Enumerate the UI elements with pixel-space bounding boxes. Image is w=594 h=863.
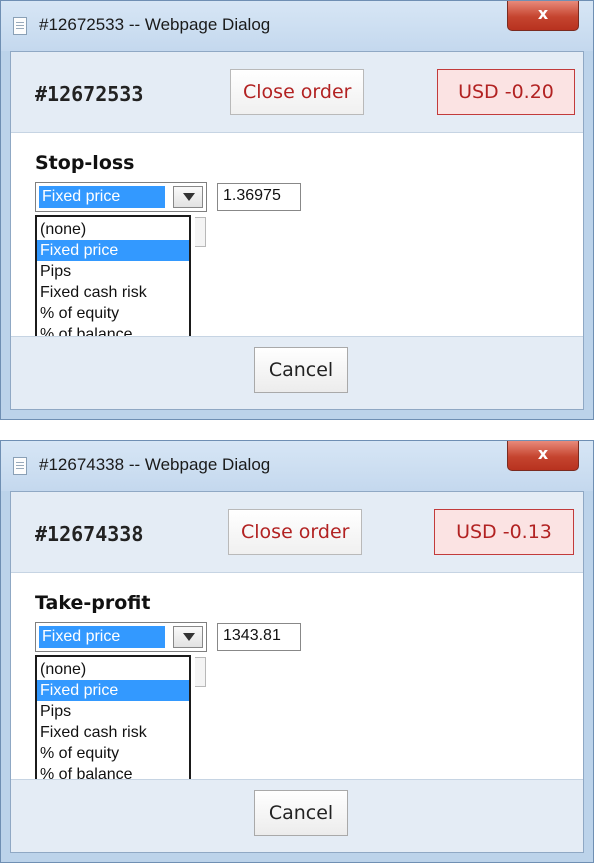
dialog-footer: Cancel <box>11 779 583 852</box>
select-value: Fixed price <box>39 626 165 648</box>
order-id: #12674338 <box>35 522 144 546</box>
cancel-button[interactable]: Cancel <box>254 790 348 836</box>
page-icon <box>13 17 27 35</box>
window-title: #12674338 -- Webpage Dialog <box>39 455 271 474</box>
window-close-button[interactable]: x <box>507 441 579 471</box>
chevron-down-icon[interactable] <box>173 626 203 648</box>
order-id: #12672533 <box>35 82 144 106</box>
window-title: #12672533 -- Webpage Dialog <box>39 15 271 34</box>
dropdown-scrollbar[interactable] <box>195 217 206 247</box>
take-profit-price-input[interactable]: 1343.81 <box>217 623 301 651</box>
option-pips[interactable]: Pips <box>37 701 189 722</box>
option-percent-of-equity[interactable]: % of equity <box>37 743 189 764</box>
dialog-footer: Cancel <box>11 336 583 409</box>
section-label-take-profit: Take-profit <box>35 592 151 614</box>
pnl-badge: USD -0.13 <box>434 509 574 555</box>
option-none[interactable]: (none) <box>37 219 189 240</box>
dropdown-scrollbar[interactable] <box>195 657 206 687</box>
page-icon <box>13 457 27 475</box>
select-value: Fixed price <box>39 186 165 208</box>
take-profit-type-select[interactable]: Fixed price <box>35 622 207 652</box>
option-percent-of-equity[interactable]: % of equity <box>37 303 189 324</box>
stop-loss-type-options: (none) Fixed price Pips Fixed cash risk … <box>35 215 191 350</box>
close-order-button[interactable]: Close order <box>228 509 363 555</box>
order-header: #12672533 Close order USD -0.20 <box>11 52 583 133</box>
option-fixed-cash-risk[interactable]: Fixed cash risk <box>37 282 189 303</box>
close-icon: x <box>537 4 549 23</box>
option-fixed-cash-risk[interactable]: Fixed cash risk <box>37 722 189 743</box>
stop-loss-type-select[interactable]: Fixed price <box>35 182 207 212</box>
chevron-down-icon[interactable] <box>173 186 203 208</box>
dialog-content: #12674338 Close order USD -0.13 Take-pro… <box>10 491 584 853</box>
title-bar[interactable]: #12672533 -- Webpage Dialog x <box>1 1 593 51</box>
option-fixed-price[interactable]: Fixed price <box>37 680 189 701</box>
order-header: #12674338 Close order USD -0.13 <box>11 492 583 573</box>
stop-loss-price-input[interactable]: 1.36975 <box>217 183 301 211</box>
option-pips[interactable]: Pips <box>37 261 189 282</box>
section-label-stop-loss: Stop-loss <box>35 152 135 174</box>
option-fixed-price[interactable]: Fixed price <box>37 240 189 261</box>
window-close-button[interactable]: x <box>507 1 579 31</box>
webpage-dialog-1: #12672533 -- Webpage Dialog x #12672533 … <box>0 0 594 420</box>
close-icon: x <box>537 444 549 463</box>
cancel-button[interactable]: Cancel <box>254 347 348 393</box>
close-order-button[interactable]: Close order <box>230 69 365 115</box>
option-none[interactable]: (none) <box>37 659 189 680</box>
title-bar[interactable]: #12674338 -- Webpage Dialog x <box>1 441 593 491</box>
dialog-content: #12672533 Close order USD -0.20 Stop-los… <box>10 51 584 410</box>
take-profit-type-options: (none) Fixed price Pips Fixed cash risk … <box>35 655 191 790</box>
webpage-dialog-2: #12674338 -- Webpage Dialog x #12674338 … <box>0 440 594 863</box>
pnl-badge: USD -0.20 <box>437 69 575 115</box>
